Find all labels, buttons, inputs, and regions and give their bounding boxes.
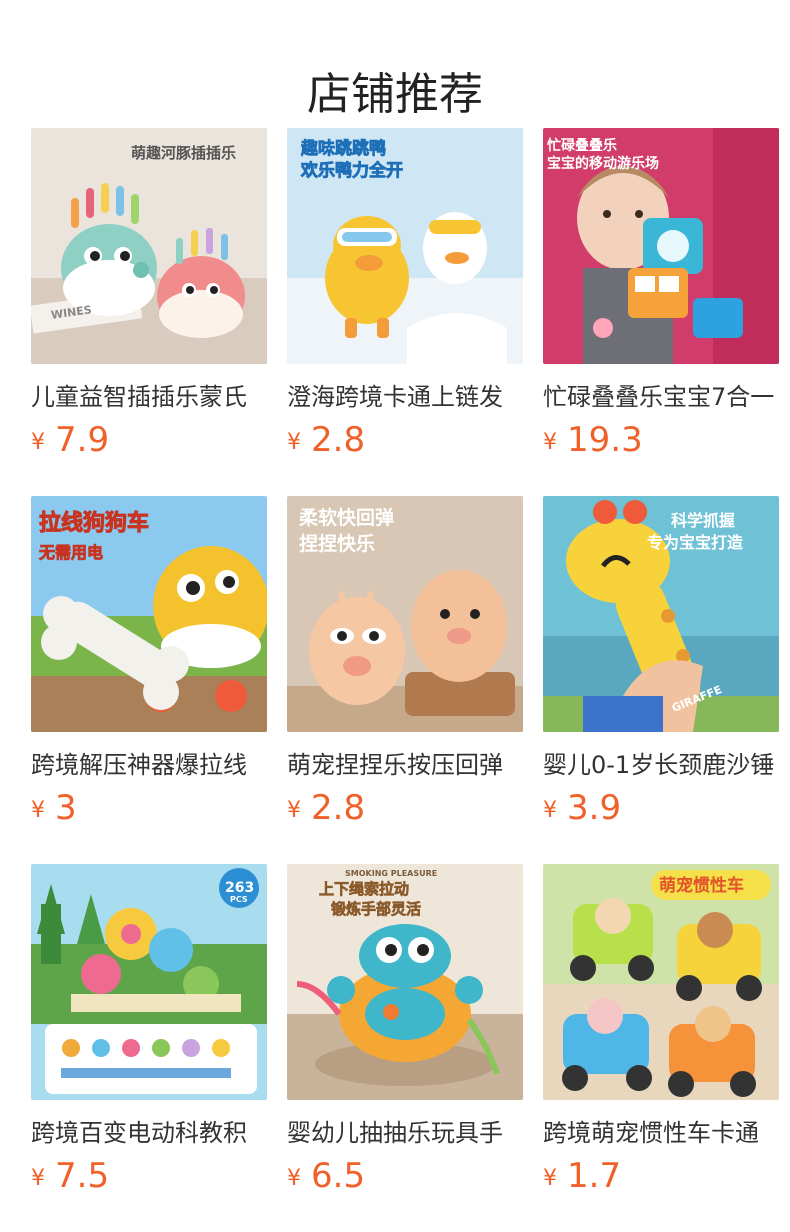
product-name[interactable]: 跨境解压神器爆拉线	[31, 750, 267, 780]
product-name[interactable]: 跨境百变电动科教积	[31, 1118, 267, 1148]
product-card[interactable]: 拉线狗狗车 无需用电 跨境解压神器爆拉线 ¥3	[31, 496, 267, 831]
currency-symbol: ¥	[31, 1166, 45, 1191]
product-card[interactable]: 科学抓握 专为宝宝打造 GIRAFFE 婴儿0-1岁长颈鹿沙锤 ¥3.9	[543, 496, 779, 831]
product-price: ¥2.8	[287, 788, 523, 831]
wind-up-duck-toy-image[interactable]: 趣味跳跳鸭 欢乐鸭力全开	[287, 128, 523, 364]
product-card[interactable]: 忙碌叠叠乐 宝宝的移动游乐场 忙碌叠叠乐宝宝7合一 ¥19.3	[543, 128, 779, 463]
product-name[interactable]: 儿童益智插插乐蒙氏	[31, 382, 267, 412]
product-card[interactable]: 263 PCS 跨境百变电动科教积 ¥7.5	[31, 864, 267, 1199]
price-value: 3	[55, 788, 77, 828]
product-price: ¥7.9	[31, 420, 267, 463]
svg-text:萌趣河豚插插乐: 萌趣河豚插插乐	[131, 144, 236, 162]
svg-text:趣味跳跳鸭: 趣味跳跳鸭	[300, 138, 386, 159]
svg-text:科学抓握: 科学抓握	[671, 511, 735, 530]
currency-symbol: ¥	[31, 430, 45, 455]
svg-text:锻炼手部灵活: 锻炼手部灵活	[331, 900, 421, 918]
product-card[interactable]: 趣味跳跳鸭 欢乐鸭力全开 澄海跨境卡通上链发 ¥2.8	[287, 128, 523, 463]
currency-symbol: ¥	[543, 430, 557, 455]
svg-text:捏捏快乐: 捏捏快乐	[299, 532, 375, 555]
svg-text:拉线狗狗车: 拉线狗狗车	[39, 510, 149, 536]
pufferfish-toy-image[interactable]: 萌趣河豚插插乐 WINES	[31, 128, 267, 364]
pull-string-dog-car-image[interactable]: 拉线狗狗车 无需用电	[31, 496, 267, 732]
price-value: 7.5	[55, 1156, 110, 1196]
svg-text:SMOKING PLEASURE: SMOKING PLEASURE	[345, 869, 437, 878]
price-value: 1.7	[567, 1156, 622, 1196]
product-name[interactable]: 忙碌叠叠乐宝宝7合一	[543, 382, 779, 412]
svg-text:欢乐鸭力全开: 欢乐鸭力全开	[300, 160, 403, 181]
giraffe-rattle-image[interactable]: 科学抓握 专为宝宝打造 GIRAFFE	[543, 496, 779, 732]
price-value: 2.8	[311, 420, 366, 460]
page-title: 店铺推荐	[307, 69, 483, 121]
svg-text:柔软快回弹: 柔软快回弹	[299, 506, 394, 529]
svg-text:忙碌叠叠乐: 忙碌叠叠乐	[547, 137, 617, 154]
squishy-toy-image[interactable]: 柔软快回弹 捏捏快乐	[287, 496, 523, 732]
currency-symbol: ¥	[31, 798, 45, 823]
product-price: ¥3.9	[543, 788, 779, 831]
svg-text:无需用电: 无需用电	[38, 543, 103, 562]
product-price: ¥2.8	[287, 420, 523, 463]
price-value: 3.9	[567, 788, 622, 828]
price-value: 7.9	[55, 420, 110, 460]
svg-text:宝宝的移动游乐场: 宝宝的移动游乐场	[547, 155, 659, 172]
svg-text:PCS: PCS	[230, 895, 248, 904]
svg-text:萌宠惯性车: 萌宠惯性车	[659, 875, 744, 896]
crab-pull-string-toy-image[interactable]: SMOKING PLEASURE 上下绳索拉动 锻炼手部灵活	[287, 864, 523, 1100]
currency-symbol: ¥	[287, 430, 301, 455]
product-card[interactable]: 柔软快回弹 捏捏快乐 萌宠捏捏乐按压回弹 ¥2.8	[287, 496, 523, 831]
currency-symbol: ¥	[287, 798, 301, 823]
gear-building-blocks-image[interactable]: 263 PCS	[31, 864, 267, 1100]
product-card[interactable]: SMOKING PLEASURE 上下绳索拉动 锻炼手部灵活 婴幼儿抽抽乐玩具手…	[287, 864, 523, 1199]
currency-symbol: ¥	[543, 1166, 557, 1191]
product-price: ¥3	[31, 788, 267, 831]
inertia-car-toys-image[interactable]: 萌宠惯性车	[543, 864, 779, 1100]
product-price: ¥6.5	[287, 1156, 523, 1199]
product-card[interactable]: 萌宠惯性车 跨境萌宠惯性车卡通 ¥1.7	[543, 864, 779, 1199]
product-name[interactable]: 婴儿0-1岁长颈鹿沙锤	[543, 750, 779, 780]
product-price: ¥7.5	[31, 1156, 267, 1199]
svg-text:263: 263	[225, 880, 254, 896]
product-price: ¥1.7	[543, 1156, 779, 1199]
product-name[interactable]: 萌宠捏捏乐按压回弹	[287, 750, 523, 780]
price-value: 2.8	[311, 788, 366, 828]
currency-symbol: ¥	[287, 1166, 301, 1191]
baby-busy-cube-image[interactable]: 忙碌叠叠乐 宝宝的移动游乐场	[543, 128, 779, 364]
product-name[interactable]: 婴幼儿抽抽乐玩具手	[287, 1118, 523, 1148]
product-card[interactable]: 萌趣河豚插插乐 WINES 儿童益智插插乐蒙氏 ¥7.9	[31, 128, 267, 463]
product-name[interactable]: 澄海跨境卡通上链发	[287, 382, 523, 412]
price-value: 19.3	[567, 420, 643, 460]
product-name[interactable]: 跨境萌宠惯性车卡通	[543, 1118, 779, 1148]
svg-text:专为宝宝打造: 专为宝宝打造	[647, 533, 744, 552]
svg-text:上下绳索拉动: 上下绳索拉动	[319, 880, 409, 898]
price-value: 6.5	[311, 1156, 366, 1196]
currency-symbol: ¥	[543, 798, 557, 823]
product-price: ¥19.3	[543, 420, 779, 463]
